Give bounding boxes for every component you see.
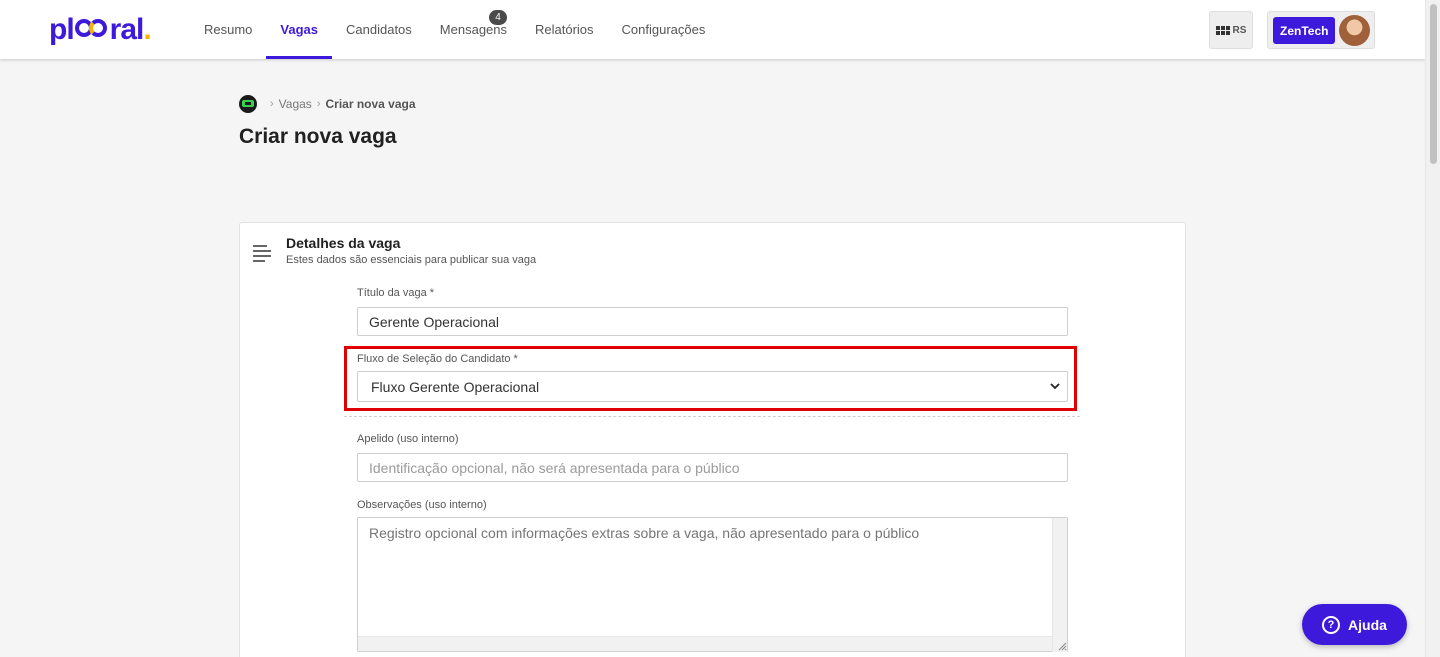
- nav-label: Vagas: [280, 22, 319, 37]
- resize-grip-icon[interactable]: [1058, 642, 1067, 651]
- section-title: Detalhes da vaga: [286, 235, 401, 251]
- scrollbar-thumb[interactable]: [1430, 4, 1437, 164]
- nav-label: Candidatos: [346, 22, 412, 37]
- chevron-down-icon: [1050, 383, 1060, 390]
- apps-switcher-button[interactable]: RS: [1209, 11, 1253, 49]
- top-navigation-bar: pl ral . Resumo Vagas Candidatos Mensage…: [0, 0, 1425, 59]
- nav-relatorios[interactable]: Relatórios: [521, 0, 608, 59]
- nav-configuracoes[interactable]: Configurações: [608, 0, 720, 59]
- grid-icon: [1215, 25, 1230, 35]
- nav-candidatos[interactable]: Candidatos: [332, 0, 426, 59]
- notes-textarea[interactable]: [357, 517, 1068, 652]
- nav-mensagens[interactable]: Mensagens 4: [426, 0, 521, 59]
- company-name-tag: ZenTech: [1273, 17, 1336, 44]
- company-switcher-button[interactable]: ZenTech: [1267, 11, 1375, 49]
- selection-flow-select[interactable]: Fluxo Gerente Operacional: [357, 371, 1068, 402]
- messages-count-badge: 4: [489, 10, 508, 25]
- home-icon[interactable]: [239, 95, 257, 113]
- logo-text-prefix: pl: [49, 13, 75, 46]
- page-scrollbar[interactable]: [1425, 0, 1440, 657]
- nav-resumo[interactable]: Resumo: [190, 0, 266, 59]
- section-subtitle: Estes dados são essenciais para publicar…: [286, 254, 537, 266]
- job-details-card: Detalhes da vaga Estes dados são essenci…: [239, 222, 1186, 657]
- breadcrumb-vagas[interactable]: Vagas: [279, 97, 312, 111]
- job-title-label: Título da vaga *: [357, 287, 435, 299]
- chevron-right-icon: ›: [270, 98, 274, 110]
- nav-label: Configurações: [621, 22, 706, 37]
- logo-dot: .: [143, 13, 151, 46]
- notes-horizontal-scrollbar[interactable]: [358, 636, 1052, 651]
- user-initials: RS: [1232, 24, 1247, 36]
- nickname-label: Apelido (uso interno): [357, 433, 459, 445]
- job-title-input[interactable]: [357, 307, 1068, 336]
- nav-label: Relatórios: [535, 22, 594, 37]
- logo-text-suffix: ral: [109, 13, 145, 46]
- selected-flow-value: Fluxo Gerente Operacional: [371, 378, 540, 395]
- selection-flow-label: Fluxo de Seleção do Candidato *: [357, 353, 518, 365]
- plooral-logo[interactable]: pl ral .: [49, 13, 152, 47]
- question-icon: ?: [1322, 615, 1341, 634]
- divider: [344, 416, 1080, 417]
- page-title: Criar nova vaga: [239, 125, 397, 148]
- logo-rings: [74, 17, 109, 39]
- chevron-right-icon: ›: [316, 98, 321, 110]
- nav-label: Resumo: [204, 22, 253, 37]
- help-button[interactable]: ? Ajuda: [1302, 604, 1407, 645]
- text-lines-icon: [253, 245, 271, 265]
- notes-vertical-scrollbar[interactable]: [1052, 518, 1067, 652]
- notes-label: Observações (uso interno): [357, 499, 487, 511]
- user-avatar: [1339, 15, 1370, 46]
- main-nav: Resumo Vagas Candidatos Mensagens 4 Rela…: [190, 0, 719, 59]
- nav-vagas[interactable]: Vagas: [266, 0, 332, 59]
- breadcrumb: › Vagas › Criar nova vaga: [239, 95, 416, 113]
- nickname-input[interactable]: [357, 453, 1068, 482]
- breadcrumb-current: Criar nova vaga: [325, 97, 416, 111]
- help-label: Ajuda: [1348, 616, 1387, 633]
